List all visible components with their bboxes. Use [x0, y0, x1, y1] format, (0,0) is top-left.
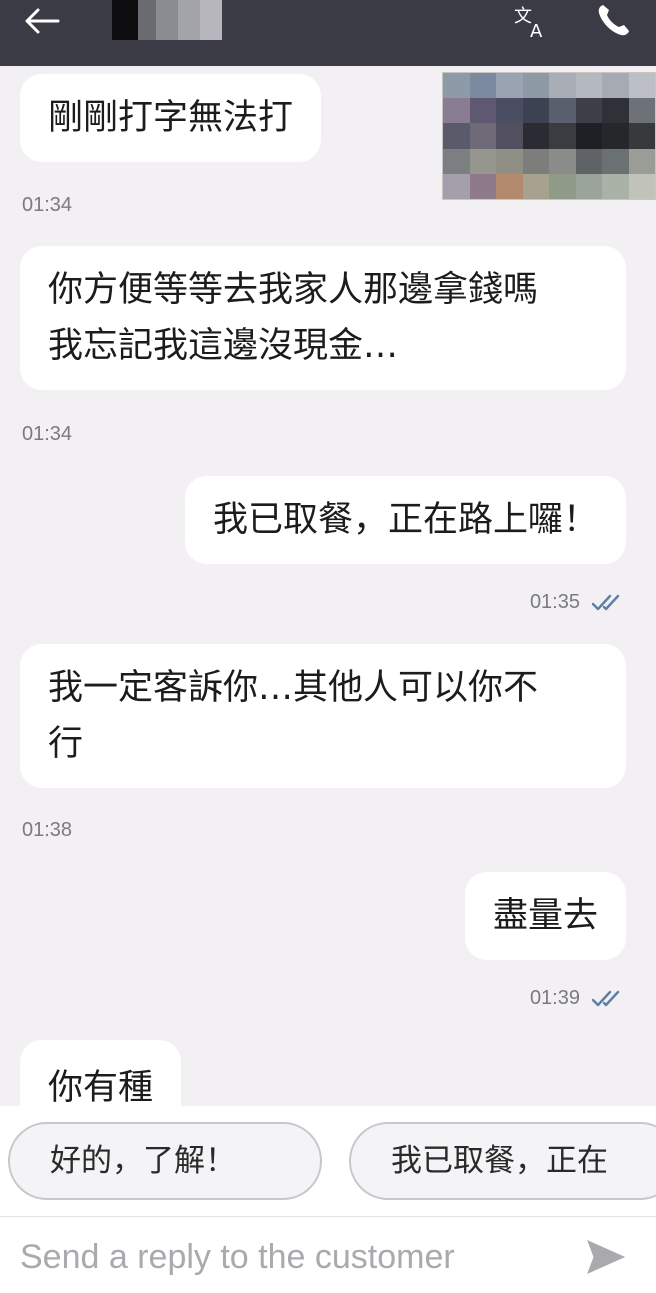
message-text: 你方便等等去我家人那邊拿錢嗎 — [48, 270, 539, 310]
send-icon[interactable] — [586, 1239, 626, 1275]
quick-reply-chip[interactable]: 好的，了解！ — [8, 1122, 322, 1200]
message-bubble-incoming: 我一定客訴你…其他人可以你不 行 — [20, 644, 626, 788]
message-text: 盡量去 — [492, 896, 598, 936]
message-text: 我已取餐，正在路上囉！ — [212, 500, 598, 540]
message-timestamp-row: 01:39 — [530, 987, 626, 1010]
message-list[interactable]: 剛剛打字無法打 01:34 你方便等等去我家人那邊拿錢嗎 我忘記我這邊沒現金… … — [0, 66, 656, 1106]
message-text: 你有種 — [48, 1068, 154, 1106]
message-text: 剛剛打字無法打 — [48, 98, 294, 138]
message-bubble-outgoing: 我已取餐，正在路上囉！ — [184, 476, 626, 564]
message-text: 行 — [48, 724, 84, 764]
message-timestamp-row: 01:35 — [530, 591, 626, 614]
message-timestamp: 01:38 — [22, 819, 73, 841]
message-bubble-incoming: 你有種 — [20, 1040, 182, 1106]
reply-input[interactable] — [20, 1235, 560, 1279]
translate-icon[interactable]: 文 A — [512, 4, 552, 40]
chat-header: 文 A — [0, 0, 656, 66]
phone-icon[interactable] — [594, 2, 632, 40]
message-timestamp: 01:34 — [22, 423, 73, 445]
quick-replies-bar: 好的，了解！ 我已取餐，正在 — [0, 1106, 656, 1216]
message-timestamp: 01:35 — [529, 591, 580, 613]
message-bubble-incoming: 你方便等等去我家人那邊拿錢嗎 我忘記我這邊沒現金… — [20, 246, 626, 390]
composer — [0, 1216, 656, 1293]
message-bubble-incoming: 剛剛打字無法打 — [20, 74, 322, 162]
quick-reply-chip[interactable]: 我已取餐，正在 — [349, 1122, 656, 1200]
message-timestamp: 01:34 — [22, 194, 73, 216]
message-text: 我一定客訴你…其他人可以你不 — [48, 668, 539, 708]
message-timestamp: 01:39 — [529, 987, 580, 1009]
double-check-icon — [592, 990, 620, 1006]
message-text: 我忘記我這邊沒現金… — [48, 326, 399, 366]
message-bubble-outgoing: 盡量去 — [464, 872, 626, 960]
contact-name-pixelated — [112, 0, 222, 40]
double-check-icon — [592, 594, 620, 610]
svg-text:A: A — [530, 21, 543, 40]
back-arrow-icon[interactable] — [22, 6, 62, 36]
